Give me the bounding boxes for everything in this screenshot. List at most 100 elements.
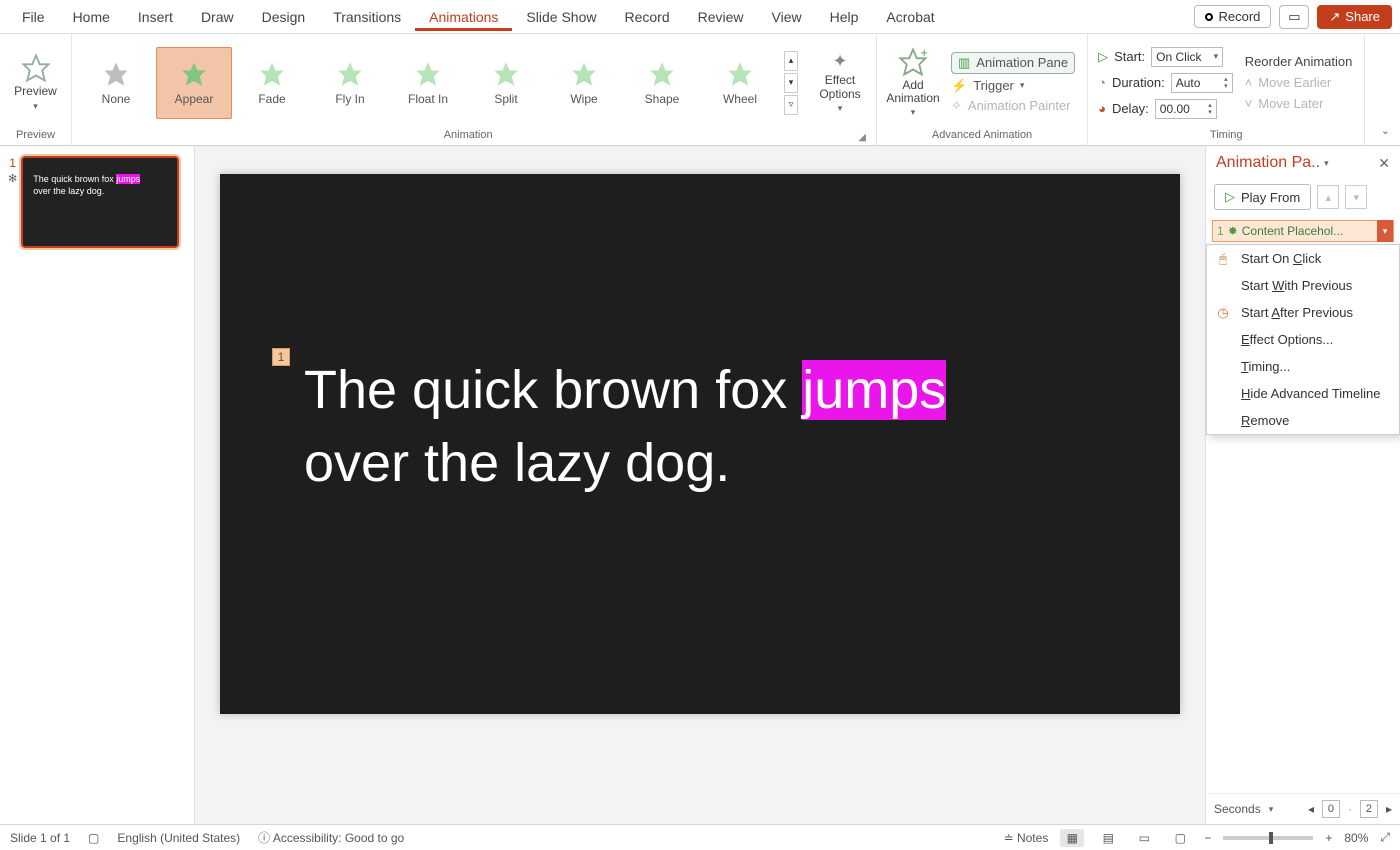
trigger-icon: ⚡ [951, 78, 967, 94]
painter-label: Animation Painter [968, 98, 1071, 113]
tab-insert[interactable]: Insert [124, 3, 187, 31]
star-icon [102, 60, 130, 88]
anim-preset-fly-in[interactable]: Fly In [312, 47, 388, 119]
tab-slide-show[interactable]: Slide Show [512, 3, 610, 31]
tab-draw[interactable]: Draw [187, 3, 248, 31]
zoom-out-button[interactable]: − [1204, 831, 1211, 845]
trigger-button[interactable]: ⚡ Trigger ▾ [951, 78, 1075, 94]
animation-pane-toggle[interactable]: ▥ Animation Pane [951, 52, 1075, 74]
timeline-right-icon[interactable]: ▸ [1386, 802, 1392, 816]
play-from-button[interactable]: ▷ Play From [1214, 184, 1311, 210]
notes-button[interactable]: ≐ Notes [1004, 831, 1049, 845]
thumb-text-2: over the lazy dog. [33, 186, 104, 196]
ctx-effect-options[interactable]: Effect Options... [1207, 326, 1399, 353]
status-bar: Slide 1 of 1 ▢ English (United States) ⓘ… [0, 824, 1400, 850]
anim-item-star-icon: ✸ [1228, 224, 1238, 238]
slideshow-view-button[interactable]: ▢ [1168, 829, 1192, 847]
preset-label: Wipe [570, 92, 597, 106]
anim-preset-appear[interactable]: Appear [156, 47, 232, 119]
delay-label: Delay: [1112, 101, 1149, 116]
ctx-timing[interactable]: Timing... [1207, 353, 1399, 380]
share-icon: ↗ [1329, 9, 1340, 25]
menu-item-icon: ◷ [1215, 305, 1231, 321]
tab-help[interactable]: Help [816, 3, 873, 31]
normal-view-button[interactable]: ▦ [1060, 829, 1084, 847]
slide-thumbnail-1[interactable]: The quick brown fox jumps over the lazy … [21, 156, 179, 248]
zoom-value[interactable]: 80% [1344, 831, 1368, 845]
present-popup-button[interactable]: ▭ [1279, 5, 1309, 29]
zoom-slider[interactable] [1223, 836, 1313, 840]
gallery-expand[interactable]: ▿ [784, 95, 798, 115]
collapse-ribbon-button[interactable]: ⌄ [1381, 124, 1390, 137]
ctx-hide-advanced-timeline[interactable]: Hide Advanced Timeline [1207, 380, 1399, 407]
zoom-in-button[interactable]: + [1325, 831, 1332, 845]
chevron-down-icon: ▾ [1269, 804, 1274, 815]
tab-view[interactable]: View [758, 3, 816, 31]
duration-spin[interactable]: Auto ▴▾ [1171, 73, 1233, 93]
chevron-down-icon: ▾ [838, 103, 843, 114]
anim-preset-fade[interactable]: Fade [234, 47, 310, 119]
animation-pane-close[interactable]: ✕ [1378, 155, 1390, 172]
slide-text[interactable]: The quick brown fox jumps over the lazy … [304, 354, 1120, 500]
group-label-animation: Animation [78, 127, 858, 143]
start-combo[interactable]: On Click ▾ [1151, 47, 1223, 67]
slide-canvas-area[interactable]: 1 The quick brown fox jumps over the laz… [195, 146, 1205, 824]
star-icon [414, 60, 442, 88]
duration-label: Duration: [1112, 75, 1165, 90]
gallery-scroll-up[interactable]: ▴ [784, 51, 798, 71]
anim-preset-none[interactable]: None [78, 47, 154, 119]
tab-home[interactable]: Home [59, 3, 124, 31]
ctx-remove[interactable]: Remove [1207, 407, 1399, 434]
tab-transitions[interactable]: Transitions [319, 3, 415, 31]
tab-animations[interactable]: Animations [415, 3, 512, 31]
anim-preset-wheel[interactable]: Wheel [702, 47, 778, 119]
preset-label: None [102, 92, 131, 106]
animation-list-item[interactable]: 1 ✸ Content Placehol... ▷ ▾ [1212, 220, 1394, 242]
slide-text-part1: The quick brown fox [304, 360, 802, 420]
ctx-start-on-click[interactable]: 🖱Start On Click [1207, 245, 1399, 272]
add-animation-button[interactable]: + AddAnimation ▾ [883, 47, 943, 119]
animation-pane: Animation Pa.. ▾ ✕ ▷ Play From ▴ ▾ 1 ✸ C… [1205, 146, 1400, 824]
sorter-view-button[interactable]: ▤ [1096, 829, 1120, 847]
tab-file[interactable]: File [8, 3, 59, 31]
gallery-scroll-down[interactable]: ▾ [784, 73, 798, 93]
anim-preset-split[interactable]: Split [468, 47, 544, 119]
anim-item-dropdown[interactable]: ▾ [1377, 220, 1393, 242]
timeline-seconds-label[interactable]: Seconds [1214, 802, 1261, 816]
share-button[interactable]: ↗ Share [1317, 5, 1392, 29]
tab-design[interactable]: Design [248, 3, 320, 31]
reading-view-button[interactable]: ▭ [1132, 829, 1156, 847]
anim-preset-shape[interactable]: Shape [624, 47, 700, 119]
effect-options-caption: EffectOptions [819, 74, 860, 100]
timeline-left-icon[interactable]: ◂ [1308, 802, 1314, 816]
tab-review[interactable]: Review [684, 3, 758, 31]
record-button[interactable]: Record [1194, 5, 1271, 28]
animation-order-tag[interactable]: 1 [272, 348, 290, 366]
workspace: 1 ✻ The quick brown fox jumps over the l… [0, 146, 1400, 824]
tab-acrobat[interactable]: Acrobat [872, 3, 948, 31]
move-up-button: ▴ [1317, 185, 1339, 209]
animation-pane-menu[interactable]: ▾ [1324, 158, 1329, 169]
status-language[interactable]: English (United States) [117, 831, 240, 845]
tab-record[interactable]: Record [610, 3, 683, 31]
anim-preset-float-in[interactable]: Float In [390, 47, 466, 119]
delay-value: 00.00 [1160, 102, 1190, 116]
status-section-icon[interactable]: ▢ [88, 831, 99, 845]
delay-spin[interactable]: 00.00 ▴▾ [1155, 99, 1217, 119]
ctx-start-with-previous[interactable]: Start With Previous [1207, 272, 1399, 299]
slide[interactable]: 1 The quick brown fox jumps over the laz… [220, 174, 1180, 714]
thumb-text-1: The quick brown fox [33, 174, 116, 184]
animation-pane-icon: ▥ [958, 55, 970, 71]
effect-options-button[interactable]: ✦ EffectOptions ▾ [810, 47, 870, 119]
painter-icon: ✧ [951, 98, 962, 114]
add-animation-icon: + [898, 47, 928, 77]
ctx-start-after-previous[interactable]: ◷Start After Previous [1207, 299, 1399, 326]
ribbon: Preview ▾ Preview NoneAppearFadeFly InFl… [0, 34, 1400, 146]
star-icon [648, 60, 676, 88]
animation-painter-button: ✧ Animation Painter [951, 98, 1075, 114]
status-accessibility[interactable]: ⓘ Accessibility: Good to go [258, 829, 404, 846]
animation-dialog-launcher[interactable]: ◢ [858, 132, 870, 143]
anim-preset-wipe[interactable]: Wipe [546, 47, 622, 119]
fit-to-window-button[interactable]: ⤢ [1380, 830, 1390, 845]
preview-button[interactable]: Preview ▾ [6, 47, 65, 119]
